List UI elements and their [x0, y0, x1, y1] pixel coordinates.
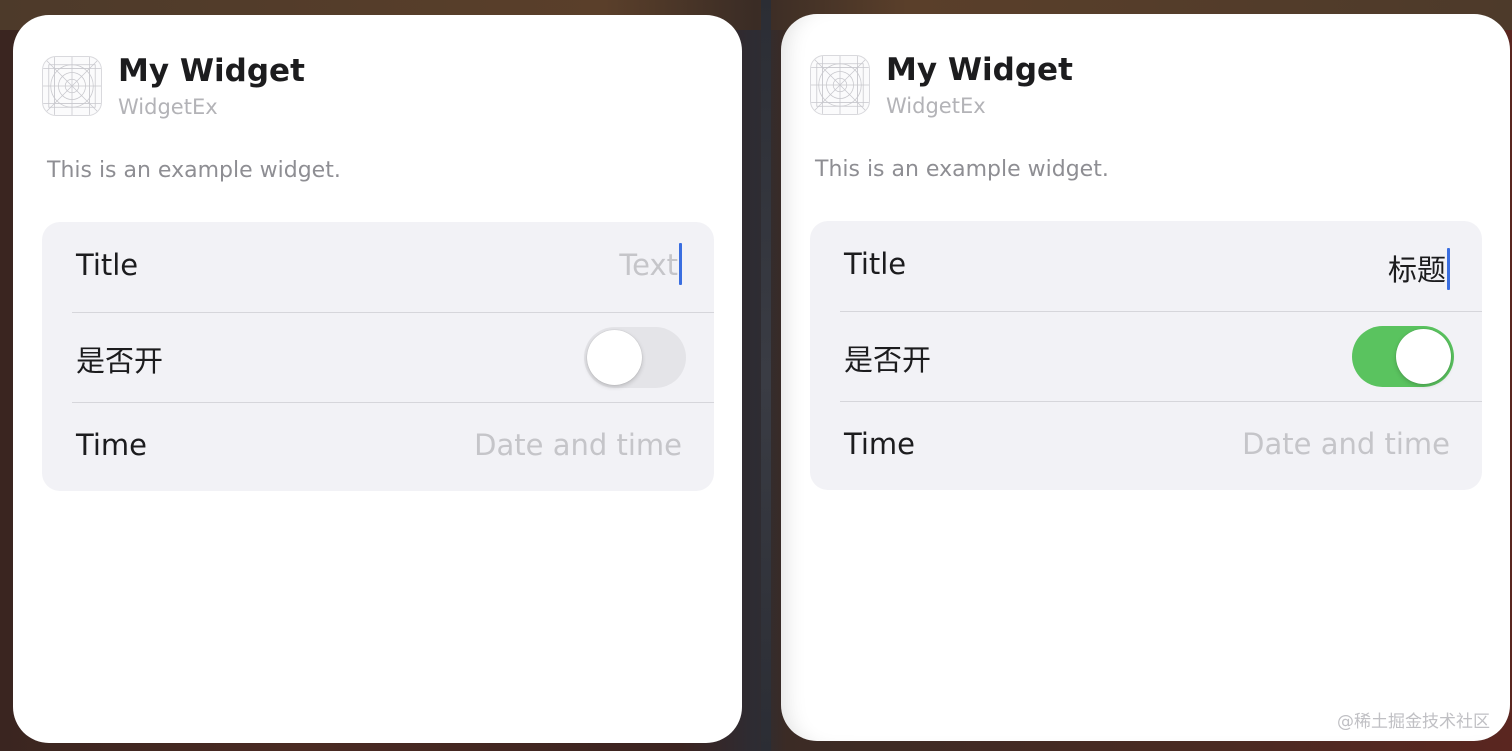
time-row[interactable]: Time Date and time [42, 402, 714, 492]
widget-config-sheet-right: My Widget WidgetEx This is an example wi… [781, 14, 1510, 741]
text-cursor [679, 243, 682, 285]
title-label: Title [76, 248, 139, 282]
time-label: Time [76, 428, 147, 462]
date-time-picker[interactable]: Date and time [1242, 427, 1450, 461]
text-cursor [1447, 248, 1450, 290]
watermark-text: @稀土掘金技术社区 [1337, 712, 1490, 732]
title-label: Title [844, 247, 907, 281]
toggle-row: 是否开 [810, 311, 1482, 401]
widget-config-sheet-left: My Widget WidgetEx This is an example wi… [13, 15, 742, 743]
title-text-field[interactable]: Text [619, 243, 682, 285]
widget-description: This is an example widget. [47, 158, 341, 183]
widget-description: This is an example widget. [815, 157, 1109, 182]
time-label: Time [844, 427, 915, 461]
title-field-placeholder: Text [619, 248, 678, 282]
title-row[interactable]: Title 标题 [810, 221, 1482, 311]
toggle-label: 是否开 [76, 344, 164, 378]
time-row[interactable]: Time Date and time [810, 401, 1482, 491]
widget-title: My Widget [886, 52, 1073, 88]
toggle-knob [1396, 329, 1451, 384]
toggle-row: 是否开 [42, 312, 714, 402]
widget-title: My Widget [118, 53, 305, 89]
configuration-form: Title 标题 是否开 Time Date and time [810, 221, 1482, 490]
screenshot-divider [761, 0, 771, 751]
date-time-picker[interactable]: Date and time [474, 428, 682, 462]
app-name: WidgetEx [886, 94, 986, 118]
toggle-switch-off[interactable] [584, 327, 686, 388]
app-placeholder-grid-icon [42, 56, 102, 116]
title-field-value: 标题 [1387, 253, 1446, 287]
title-text-field[interactable]: 标题 [1388, 247, 1450, 290]
configuration-form: Title Text 是否开 Time Date and time [42, 222, 714, 491]
toggle-knob [587, 330, 642, 385]
app-name: WidgetEx [118, 95, 218, 119]
toggle-label: 是否开 [844, 343, 932, 377]
toggle-switch-on[interactable] [1352, 326, 1454, 387]
app-placeholder-grid-icon [810, 55, 870, 115]
title-row[interactable]: Title Text [42, 222, 714, 312]
